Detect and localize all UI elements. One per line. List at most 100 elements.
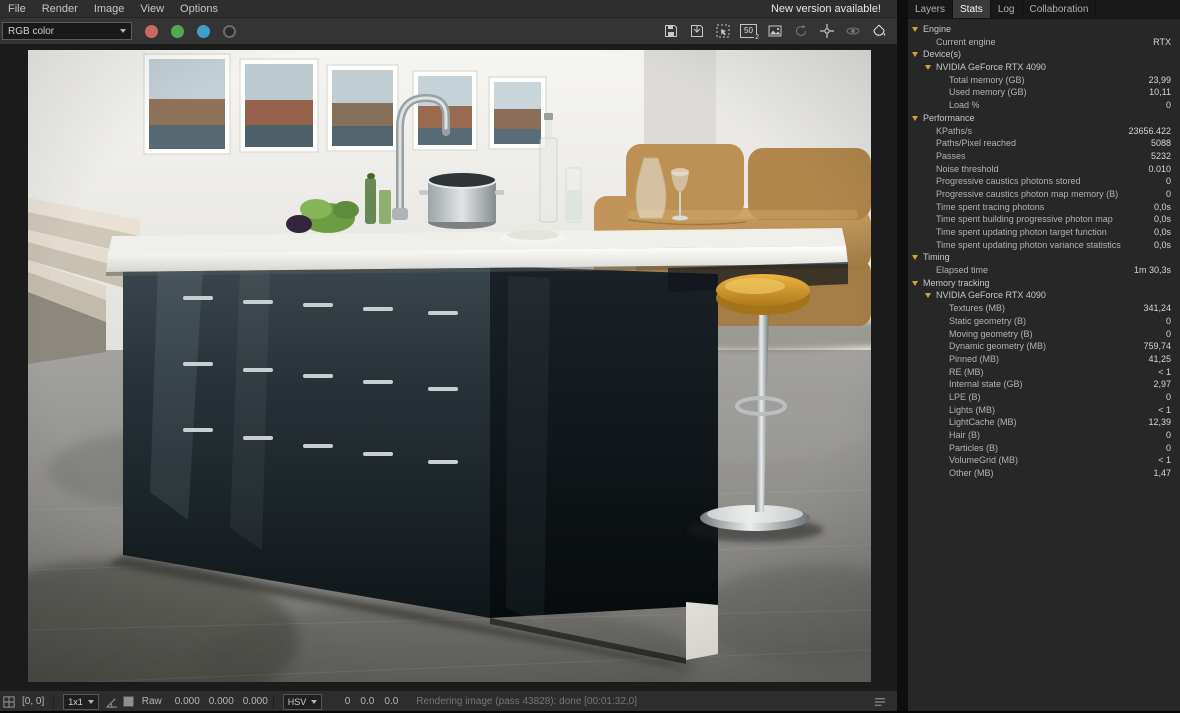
stats-row: Moving geometry (B) 0 bbox=[908, 328, 1180, 341]
stats-group-row[interactable]: NVIDIA GeForce RTX 4090 bbox=[908, 61, 1180, 74]
hsv-h-value: 0 bbox=[326, 696, 350, 707]
chevron-down-icon bbox=[88, 700, 94, 704]
octane-render-window: File Render Image View Options New versi… bbox=[0, 0, 1180, 713]
new-version-notice[interactable]: New version available! bbox=[771, 3, 897, 15]
render-image[interactable] bbox=[28, 50, 871, 682]
stat-label: Dynamic geometry (MB) bbox=[949, 340, 1046, 353]
subsampling-icon[interactable]: 50 2 bbox=[740, 23, 757, 40]
menu-file[interactable]: File bbox=[0, 3, 34, 15]
stat-value: 0 bbox=[1166, 429, 1180, 442]
refresh-render-icon[interactable] bbox=[792, 23, 809, 40]
stat-label: Static geometry (B) bbox=[949, 315, 1026, 328]
display-mode-select[interactable]: RGB color bbox=[2, 22, 132, 40]
menu-image[interactable]: Image bbox=[86, 3, 133, 15]
stats-row: Progressive caustics photon map memory (… bbox=[908, 188, 1180, 201]
dark-channel-dot[interactable] bbox=[223, 25, 236, 38]
stats-row: Paths/Pixel reached 5088 bbox=[908, 137, 1180, 150]
recenter-view-icon[interactable] bbox=[818, 23, 835, 40]
stats-group-row[interactable]: Timing bbox=[908, 251, 1180, 264]
menu-view[interactable]: View bbox=[132, 3, 172, 15]
tab-layers[interactable]: Layers bbox=[908, 0, 953, 18]
expand-arrow-icon[interactable] bbox=[912, 116, 923, 121]
expand-arrow-icon[interactable] bbox=[912, 255, 923, 260]
stat-label: Device(s) bbox=[923, 48, 961, 61]
stat-label: LPE (B) bbox=[949, 391, 981, 404]
stats-group-row[interactable]: Device(s) bbox=[908, 48, 1180, 61]
stat-label: Used memory (GB) bbox=[949, 86, 1027, 99]
stat-label: Memory tracking bbox=[923, 277, 990, 290]
stats-row: Noise threshold 0.010 bbox=[908, 163, 1180, 176]
pixel-coords: [0, 0] bbox=[18, 696, 48, 707]
stats-row: Progressive caustics photons stored 0 bbox=[908, 175, 1180, 188]
vignette bbox=[28, 50, 871, 682]
stat-value: 0 bbox=[1166, 328, 1180, 341]
stats-row: LightCache (MB) 12,39 bbox=[908, 416, 1180, 429]
stats-group-row[interactable]: Memory tracking bbox=[908, 277, 1180, 290]
stats-row: Textures (MB) 341,24 bbox=[908, 302, 1180, 315]
stats-group-row[interactable]: Engine bbox=[908, 23, 1180, 36]
render-viewport[interactable] bbox=[0, 44, 897, 690]
tab-collaboration[interactable]: Collaboration bbox=[1023, 0, 1097, 18]
stat-value: 5232 bbox=[1151, 150, 1180, 163]
menu-render[interactable]: Render bbox=[34, 3, 86, 15]
stats-group-row[interactable]: NVIDIA GeForce RTX 4090 bbox=[908, 289, 1180, 302]
stat-value: < 1 bbox=[1158, 366, 1180, 379]
stats-row: Static geometry (B) 0 bbox=[908, 315, 1180, 328]
blue-channel-dot[interactable] bbox=[197, 25, 210, 38]
stats-row: Hair (B) 0 bbox=[908, 429, 1180, 442]
stat-value: 10,11 bbox=[1149, 86, 1180, 99]
stat-label: Load % bbox=[949, 99, 980, 112]
stats-row: RE (MB) < 1 bbox=[908, 366, 1180, 379]
color-space-select[interactable]: HSV bbox=[283, 694, 323, 710]
rgb-r-value: 0.000 bbox=[166, 696, 200, 707]
picked-color-swatch[interactable] bbox=[123, 696, 134, 707]
clay-mode-icon[interactable] bbox=[870, 23, 887, 40]
red-channel-dot[interactable] bbox=[145, 25, 158, 38]
stat-value: 0,0s bbox=[1154, 239, 1180, 252]
stat-label: Noise threshold bbox=[936, 163, 999, 176]
stat-value: 0 bbox=[1166, 99, 1180, 112]
expand-arrow-icon[interactable] bbox=[912, 281, 923, 286]
rgb-b-value: 0.000 bbox=[234, 696, 268, 707]
raw-label[interactable]: Raw bbox=[138, 696, 166, 707]
stat-label: Time spent building progressive photon m… bbox=[936, 213, 1113, 226]
export-render-passes-icon[interactable] bbox=[688, 23, 705, 40]
stat-value: 0 bbox=[1166, 175, 1180, 188]
stats-row: Particles (B) 0 bbox=[908, 442, 1180, 455]
stat-value: 0 bbox=[1166, 315, 1180, 328]
expand-arrow-icon[interactable] bbox=[912, 27, 923, 32]
stat-label: Elapsed time bbox=[936, 264, 988, 277]
render-region-icon[interactable] bbox=[714, 23, 731, 40]
save-image-icon[interactable] bbox=[662, 23, 679, 40]
compare-image-icon[interactable] bbox=[766, 23, 783, 40]
zoom-select[interactable]: 1x1 bbox=[63, 694, 99, 710]
log-panel-icon[interactable] bbox=[871, 695, 897, 709]
stat-label: Performance bbox=[923, 112, 975, 125]
stats-row: Pinned (MB) 41,25 bbox=[908, 353, 1180, 366]
stat-value: 0 bbox=[1166, 188, 1180, 201]
tab-stats[interactable]: Stats bbox=[953, 0, 991, 18]
panel-splitter[interactable] bbox=[897, 0, 908, 713]
stats-row: Time spent updating photon variance stat… bbox=[908, 239, 1180, 252]
menu-options[interactable]: Options bbox=[172, 3, 226, 15]
rgb-g-value: 0.000 bbox=[200, 696, 234, 707]
camera-orbit-icon[interactable] bbox=[844, 23, 861, 40]
stat-value: < 1 bbox=[1158, 454, 1180, 467]
stat-label: Pinned (MB) bbox=[949, 353, 999, 366]
stat-value: 1,47 bbox=[1153, 467, 1180, 480]
stats-row: Lights (MB) < 1 bbox=[908, 404, 1180, 417]
expand-arrow-icon[interactable] bbox=[912, 52, 923, 57]
green-channel-dot[interactable] bbox=[171, 25, 184, 38]
stat-value: 0,0s bbox=[1154, 201, 1180, 214]
expand-arrow-icon[interactable] bbox=[925, 293, 936, 298]
stats-group-row[interactable]: Performance bbox=[908, 112, 1180, 125]
stat-value: 2,97 bbox=[1153, 378, 1180, 391]
stats-row: Total memory (GB) 23,99 bbox=[908, 74, 1180, 87]
stat-label: Paths/Pixel reached bbox=[936, 137, 1016, 150]
tab-log[interactable]: Log bbox=[991, 0, 1023, 18]
stat-label: RE (MB) bbox=[949, 366, 984, 379]
expand-arrow-icon[interactable] bbox=[925, 65, 936, 70]
stat-label: KPaths/s bbox=[936, 125, 972, 138]
pixel-probe-icon[interactable] bbox=[0, 695, 18, 709]
angle-measure-icon[interactable] bbox=[103, 695, 121, 709]
